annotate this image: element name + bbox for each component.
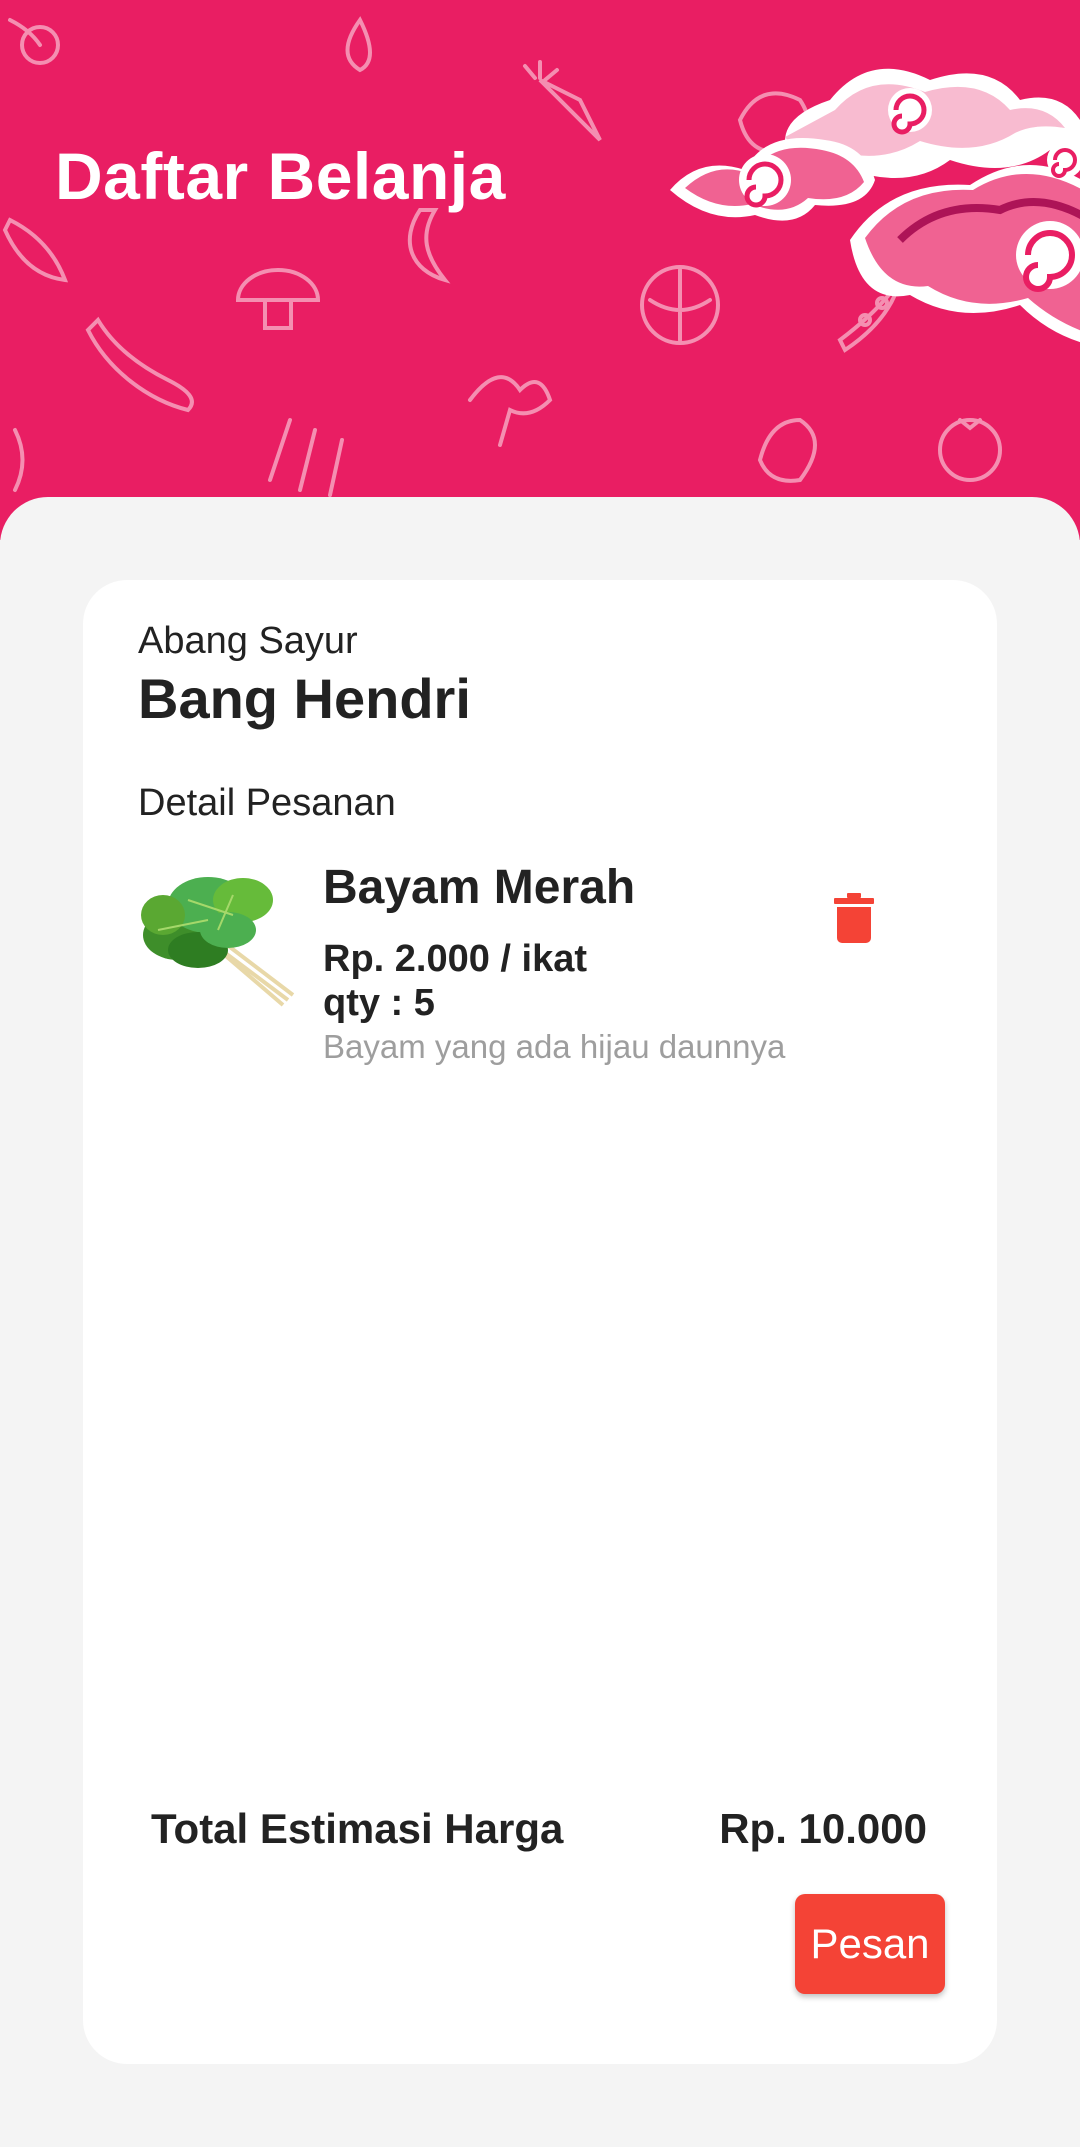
delete-item-button[interactable]	[828, 890, 880, 946]
header: Daftar Belanja	[0, 0, 1080, 540]
order-button[interactable]: Pesan	[795, 1894, 945, 1994]
item-description: Bayam yang ada hijau daunnya	[323, 1028, 786, 1065]
vendor-label: Abang Sayur	[138, 620, 358, 662]
item-qty: qty : 5	[323, 982, 435, 1024]
order-detail-label: Detail Pesanan	[138, 782, 396, 824]
cloud-ornament-icon	[670, 68, 1080, 343]
total-label: Total Estimasi Harga	[151, 1805, 564, 1852]
spinach-image	[141, 877, 295, 1007]
item-price: Rp. 2.000 / ikat	[323, 938, 588, 980]
list-item: Bayam Merah Rp. 2.000 / ikat qty : 5 Bay…	[138, 860, 948, 1080]
total-value: Rp. 10.000	[719, 1805, 927, 1852]
item-name: Bayam Merah	[323, 861, 636, 914]
order-card: Abang Sayur Bang Hendri Detail Pesanan B…	[83, 580, 997, 2064]
vendor-name: Bang Hendri	[138, 667, 471, 730]
trash-icon	[834, 893, 874, 943]
page-title: Daftar Belanja	[55, 139, 506, 213]
